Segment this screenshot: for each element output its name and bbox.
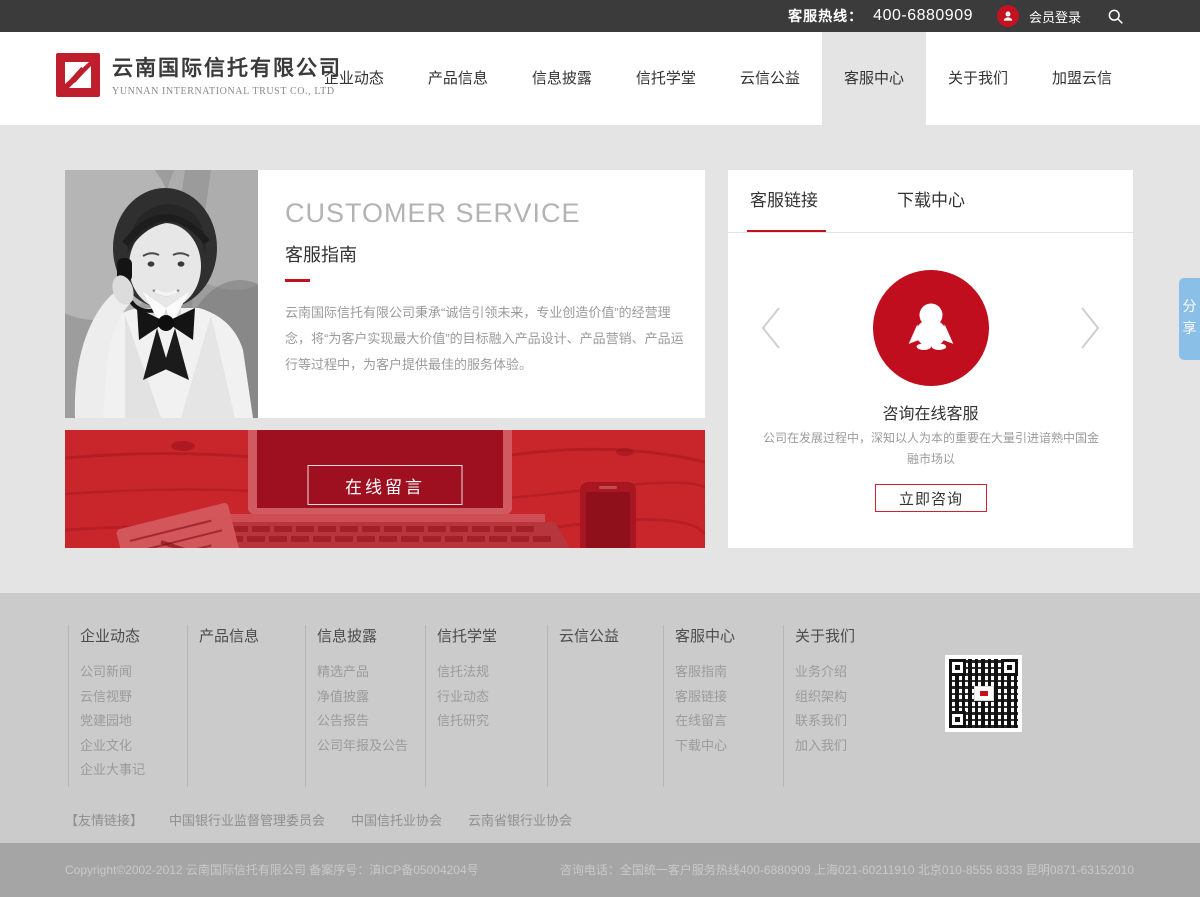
nav-item-about-us[interactable]: 关于我们 <box>926 32 1030 125</box>
footer-link[interactable]: 业务介绍 <box>795 660 901 685</box>
carousel-next-icon[interactable] <box>1079 305 1101 351</box>
footer-col-corporate-news: 企业动态 公司新闻 云信视野 党建园地 企业文化 企业大事记 <box>68 625 186 787</box>
customer-service-photo <box>65 170 258 418</box>
footer: 企业动态 公司新闻 云信视野 党建园地 企业文化 企业大事记 产品信息 信息披露… <box>0 593 1200 843</box>
qq-penguin-icon[interactable] <box>873 270 989 386</box>
page: 客服热线： 400-6880909 会员登录 云南国际信托有限 <box>0 0 1200 897</box>
footer-link[interactable]: 公司年报及公告 <box>317 734 423 759</box>
footer-link[interactable]: 下载中心 <box>675 734 781 759</box>
service-links-panel: 客服链接 下载中心 <box>728 170 1133 548</box>
footer-link[interactable]: 企业文化 <box>80 734 186 759</box>
online-message-banner: 在线留言 <box>65 430 705 548</box>
main-content: CUSTOMER SERVICE 客服指南 云南国际信托有限公司秉承“诚信引领未… <box>0 125 1200 593</box>
company-logo[interactable]: 云南国际信托有限公司 YUNNAN INTERNATIONAL TRUST CO… <box>56 52 342 97</box>
header: 云南国际信托有限公司 YUNNAN INTERNATIONAL TRUST CO… <box>0 32 1200 125</box>
qr-finder-icon <box>949 711 966 728</box>
footer-col-disclosure: 信息披露 精选产品 净值披露 公告报告 公司年报及公告 <box>305 625 423 787</box>
footer-link[interactable]: 客服指南 <box>675 660 781 685</box>
hotline-label: 客服热线： <box>788 6 863 26</box>
carousel-prev-icon[interactable] <box>760 305 782 351</box>
footer-col-title[interactable]: 关于我们 <box>795 625 901 646</box>
main-nav: 企业动态 产品信息 信息披露 信托学堂 云信公益 客服中心 关于我们 加盟云信 <box>302 32 1134 125</box>
footer-link[interactable]: 净值披露 <box>317 685 423 710</box>
footer-link[interactable]: 云信视野 <box>80 685 186 710</box>
friend-links-row: 【友情链接】 中国银行业监督管理委员会 中国信托业协会 云南省银行业协会 <box>65 810 572 829</box>
footer-col-title[interactable]: 信息披露 <box>317 625 423 646</box>
nav-item-corporate-news[interactable]: 企业动态 <box>302 32 406 125</box>
footer-col-title[interactable]: 云信公益 <box>559 625 665 646</box>
friend-link-trust-assoc[interactable]: 中国信托业协会 <box>351 810 442 829</box>
footer-col-title[interactable]: 信托学堂 <box>437 625 543 646</box>
footer-link[interactable]: 组织架构 <box>795 685 901 710</box>
nav-item-service-center[interactable]: 客服中心 <box>822 32 926 125</box>
friend-links-label: 【友情链接】 <box>65 810 143 829</box>
friend-link-yunnan-banking[interactable]: 云南省银行业协会 <box>468 810 572 829</box>
footer-col-trust-academy: 信托学堂 信托法规 行业动态 信托研究 <box>425 625 543 787</box>
nav-item-charity[interactable]: 云信公益 <box>718 32 822 125</box>
logo-icon <box>56 53 100 97</box>
member-avatar-icon[interactable] <box>997 5 1019 27</box>
footer-link[interactable]: 联系我们 <box>795 709 901 734</box>
nav-item-disclosure[interactable]: 信息披露 <box>510 32 614 125</box>
search-icon[interactable] <box>1107 8 1124 25</box>
panel-tabs: 客服链接 下载中心 <box>728 170 1133 233</box>
footer-link[interactable]: 客服链接 <box>675 685 781 710</box>
hero-title-en: CUSTOMER SERVICE <box>285 198 690 229</box>
footer-link[interactable]: 企业大事记 <box>80 758 186 783</box>
qr-center-logo <box>974 686 994 701</box>
hero-title-cn: 客服指南 <box>285 241 690 267</box>
friend-link-cbrc[interactable]: 中国银行业监督管理委员会 <box>169 810 325 829</box>
hero-description: 云南国际信托有限公司秉承“诚信引领未来，专业创造价值”的经营理念，将“为客户实现… <box>285 300 690 378</box>
footer-link[interactable]: 行业动态 <box>437 685 543 710</box>
member-login-link[interactable]: 会员登录 <box>1029 7 1081 26</box>
nav-item-trust-academy[interactable]: 信托学堂 <box>614 32 718 125</box>
hero-red-dash <box>285 279 310 282</box>
footer-link[interactable]: 精选产品 <box>317 660 423 685</box>
qr-finder-icon <box>1001 659 1018 676</box>
share-tab[interactable]: 分享 <box>1179 278 1200 360</box>
online-message-button[interactable]: 在线留言 <box>308 465 463 505</box>
footer-col-title[interactable]: 客服中心 <box>675 625 781 646</box>
footer-col-service-center: 客服中心 客服指南 客服链接 在线留言 下载中心 <box>663 625 781 787</box>
nav-item-products[interactable]: 产品信息 <box>406 32 510 125</box>
footer-col-title[interactable]: 产品信息 <box>199 625 305 646</box>
footer-col-charity: 云信公益 <box>547 625 665 787</box>
wechat-qr-code <box>945 655 1022 732</box>
footer-col-products: 产品信息 <box>187 625 305 787</box>
footer-link[interactable]: 信托法规 <box>437 660 543 685</box>
nav-item-join-us[interactable]: 加盟云信 <box>1030 32 1134 125</box>
topbar: 客服热线： 400-6880909 会员登录 <box>0 0 1200 32</box>
footer-link[interactable]: 公告报告 <box>317 709 423 734</box>
tab-download-center[interactable]: 下载中心 <box>897 170 965 232</box>
footer-col-title[interactable]: 企业动态 <box>80 625 186 646</box>
footer-link[interactable]: 在线留言 <box>675 709 781 734</box>
qr-finder-icon <box>949 659 966 676</box>
online-service-title: 咨询在线客服 <box>728 400 1133 424</box>
bottom-bar: Copyright©2002-2012 云南国际信托有限公司 备案序号：滇ICP… <box>0 843 1200 897</box>
tab-service-links[interactable]: 客服链接 <box>750 170 818 232</box>
footer-link[interactable]: 党建园地 <box>80 709 186 734</box>
hotline-number: 400-6880909 <box>873 7 973 25</box>
service-guide-card: CUSTOMER SERVICE 客服指南 云南国际信托有限公司秉承“诚信引领未… <box>65 170 705 418</box>
copyright-text: Copyright©2002-2012 云南国际信托有限公司 备案序号：滇ICP… <box>65 843 479 897</box>
service-phones-text: 咨询电话：全国统一客户服务热线400-6880909 上海021-6021191… <box>560 843 1134 897</box>
online-service-description: 公司在发展过程中，深知以人为本的重要在大量引进谙熟中国金融市场以 <box>761 428 1101 470</box>
footer-link[interactable]: 公司新闻 <box>80 660 186 685</box>
footer-link[interactable]: 加入我们 <box>795 734 901 759</box>
footer-col-about-us: 关于我们 业务介绍 组织架构 联系我们 加入我们 <box>783 625 901 787</box>
consult-now-button[interactable]: 立即咨询 <box>875 484 987 512</box>
footer-link[interactable]: 信托研究 <box>437 709 543 734</box>
